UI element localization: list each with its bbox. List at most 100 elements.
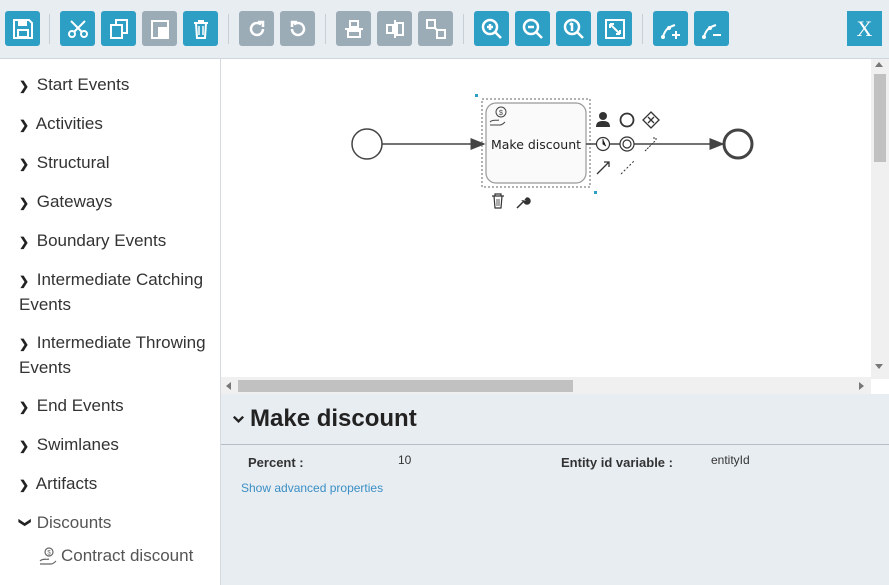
redo-button[interactable]	[239, 11, 274, 46]
chevron-right-icon: ❯	[19, 118, 30, 132]
chevron-right-icon: ❯	[19, 157, 30, 171]
show-advanced-properties-link[interactable]: Show advanced properties	[241, 481, 383, 495]
category-label: Start Events	[36, 75, 130, 94]
toolbar-separator	[325, 14, 326, 44]
percent-value[interactable]: 10	[398, 453, 411, 467]
trash-icon[interactable]	[492, 193, 504, 209]
paste-button[interactable]	[142, 11, 177, 46]
category-label: Structural	[36, 153, 110, 172]
properties-title: Make discount	[250, 405, 417, 432]
scroll-up-arrow[interactable]	[875, 62, 883, 67]
category-label: Swimlanes	[36, 435, 119, 454]
scroll-down-arrow[interactable]	[875, 364, 883, 369]
palette-category-structural[interactable]: ❯ Structural	[19, 151, 214, 176]
scrollbar-corner	[871, 379, 889, 394]
chevron-down-icon: ❯	[18, 517, 33, 528]
add-bendpoint-button[interactable]	[653, 11, 688, 46]
zoom-in-button[interactable]	[474, 11, 509, 46]
zoom-actual-button[interactable]	[556, 11, 591, 46]
cut-button[interactable]	[60, 11, 95, 46]
scissors-icon	[67, 19, 88, 38]
delete-button[interactable]	[183, 11, 218, 46]
chevron-right-icon: ❯	[19, 235, 30, 249]
vertical-scrollbar[interactable]	[871, 59, 889, 379]
chevron-right-icon: ❯	[19, 274, 30, 288]
wrench-icon[interactable]	[516, 197, 531, 209]
undo-button[interactable]	[280, 11, 315, 46]
horizontal-scroll-thumb[interactable]	[238, 380, 573, 392]
zoom-fit-icon	[604, 18, 625, 39]
gateway-icon[interactable]	[642, 111, 660, 129]
scroll-right-arrow[interactable]	[859, 382, 864, 390]
end-event[interactable]	[722, 128, 754, 160]
save-button[interactable]	[5, 11, 40, 46]
save-icon	[12, 18, 33, 39]
scroll-left-arrow[interactable]	[226, 382, 231, 390]
palette-item-label: Contract discount	[61, 546, 194, 565]
percent-label: Percent :	[248, 455, 304, 470]
align-horizontal-icon	[344, 19, 363, 38]
zoom-in-icon	[481, 18, 502, 39]
chevron-right-icon: ❯	[19, 196, 30, 210]
remove-bendpoint-button[interactable]	[694, 11, 729, 46]
horizontal-scrollbar[interactable]	[221, 377, 871, 394]
category-label: Artifacts	[35, 474, 98, 493]
zoom-fit-button[interactable]	[597, 11, 632, 46]
palette-category-end-events[interactable]: ❯ End Events	[19, 394, 214, 419]
zoom-out-button[interactable]	[515, 11, 550, 46]
chevron-right-icon: ❯	[19, 79, 30, 93]
category-label: Activities	[35, 114, 103, 133]
trash-icon	[193, 19, 208, 39]
end-event-icon[interactable]	[619, 136, 635, 152]
start-event[interactable]	[351, 128, 383, 160]
palette-item-contract-discount[interactable]: $ Contract discount	[38, 546, 193, 566]
timer-event-icon[interactable]	[595, 136, 611, 152]
chevron-right-icon: ❯	[19, 400, 30, 414]
palette-sidebar: ❯ Start Events ❯ Activities ❯ Structural…	[0, 59, 221, 585]
palette-category-intermediate-catching-events[interactable]: ❯ Intermediate Catching Events	[19, 268, 214, 317]
chevron-down-icon	[232, 415, 245, 423]
zoom-actual-icon	[563, 18, 584, 39]
entity-id-variable-value[interactable]: entityId	[711, 453, 750, 467]
align-vertical-icon	[385, 19, 404, 38]
palette-category-gateways[interactable]: ❯ Gateways	[19, 190, 214, 215]
chevron-right-icon: ❯	[19, 439, 30, 453]
properties-panel: Make discount Percent : 10 Entity id var…	[221, 394, 889, 585]
palette-category-intermediate-throwing-events[interactable]: ❯ Intermediate Throwing Events	[19, 331, 214, 380]
same-size-button[interactable]	[418, 11, 453, 46]
undo-icon	[290, 20, 305, 36]
resize-handle[interactable]	[475, 94, 478, 97]
paste-icon	[150, 19, 169, 39]
category-label: End Events	[36, 396, 124, 415]
palette-category-discounts[interactable]: ❯ Discounts	[19, 511, 214, 536]
toolbar-separator	[228, 14, 229, 44]
diagram-canvas[interactable]: $ Make discount	[221, 59, 889, 394]
align-vertical-button[interactable]	[377, 11, 412, 46]
copy-button[interactable]	[101, 11, 136, 46]
category-label: Discounts	[36, 513, 112, 532]
sequence-flow-icon[interactable]	[596, 161, 610, 175]
palette-category-start-events[interactable]: ❯ Start Events	[19, 73, 214, 98]
divider	[221, 444, 889, 445]
zoom-out-icon	[522, 18, 543, 39]
category-label: Gateways	[36, 192, 113, 211]
add-bendpoint-icon	[660, 23, 680, 39]
palette-category-boundary-events[interactable]: ❯ Boundary Events	[19, 229, 214, 254]
toolbar-separator	[642, 14, 643, 44]
entity-id-variable-label: Entity id variable :	[561, 455, 673, 470]
task-label: Make discount	[491, 137, 581, 152]
resize-handle[interactable]	[594, 191, 597, 194]
intermediate-event-icon[interactable]	[619, 112, 635, 128]
copy-icon	[109, 18, 128, 39]
association-icon[interactable]	[620, 160, 635, 175]
align-horizontal-button[interactable]	[336, 11, 371, 46]
user-task-icon[interactable]	[596, 112, 610, 127]
properties-header[interactable]: Make discount	[231, 405, 417, 433]
diagram-svg: $ Make discount	[351, 94, 754, 209]
palette-category-swimlanes[interactable]: ❯ Swimlanes	[19, 433, 214, 458]
category-label: Boundary Events	[36, 231, 167, 250]
close-button[interactable]: X	[847, 11, 882, 46]
vertical-scroll-thumb[interactable]	[874, 74, 886, 162]
palette-category-artifacts[interactable]: ❯ Artifacts	[19, 472, 214, 497]
palette-category-activities[interactable]: ❯ Activities	[19, 112, 214, 137]
